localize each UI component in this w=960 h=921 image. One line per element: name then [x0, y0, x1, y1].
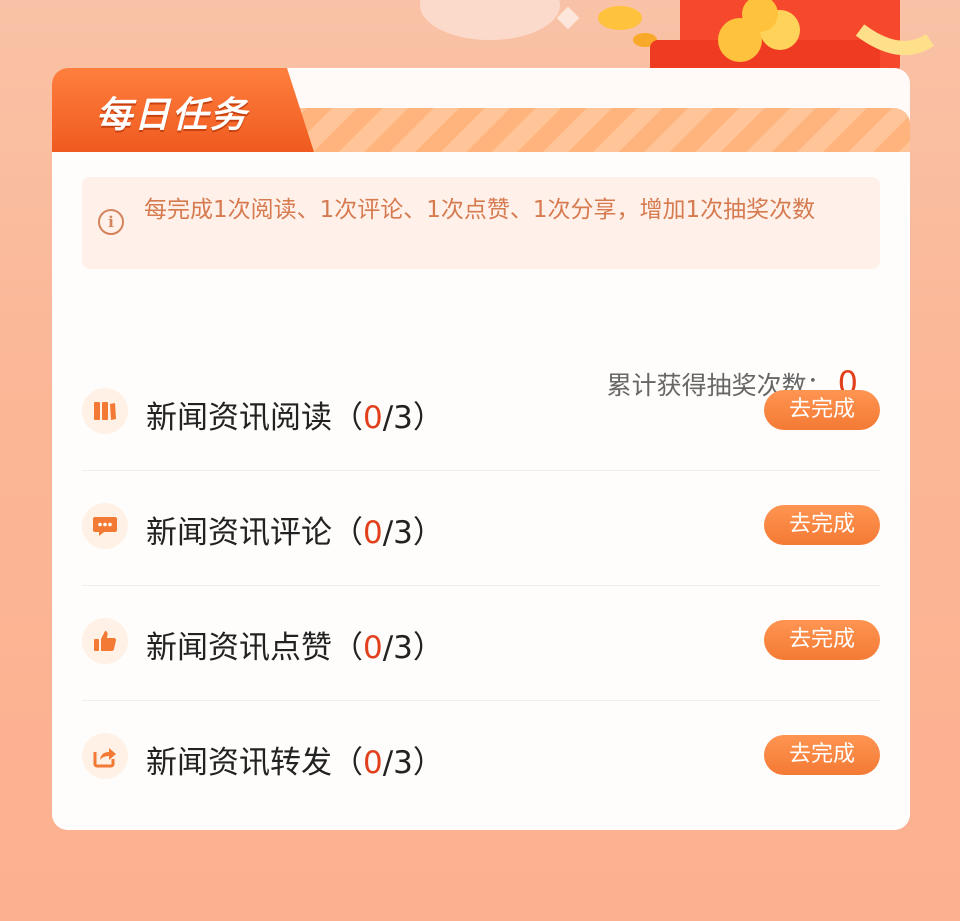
- complete-like-button[interactable]: 去完成: [764, 620, 880, 660]
- task-done-count: 0: [363, 400, 383, 436]
- task-name: 新闻资讯转发: [146, 745, 332, 781]
- task-list: 新闻资讯阅读（0/3） 去完成 新闻资讯评论（0/3） 去完成 新闻资讯点赞（0…: [82, 388, 880, 873]
- task-name: 新闻资讯点赞: [146, 630, 332, 666]
- task-paren-open: （: [332, 515, 363, 551]
- task-label-read: 新闻资讯阅读（0/3）: [146, 392, 444, 437]
- task-item-share: 新闻资讯转发（0/3） 去完成: [82, 701, 880, 815]
- task-done-count: 0: [363, 515, 383, 551]
- complete-share-button[interactable]: 去完成: [764, 735, 880, 775]
- daily-tasks-card: 每日任务 i 每完成1次阅读、1次评论、1次点赞、1次分享，增加1次抽奖次数 累…: [52, 68, 910, 830]
- info-icon: i: [98, 209, 124, 235]
- task-item-read: 新闻资讯阅读（0/3） 去完成: [82, 356, 880, 471]
- task-total: /3）: [382, 630, 444, 666]
- task-label-share: 新闻资讯转发（0/3）: [146, 737, 444, 782]
- card-title: 每日任务: [96, 95, 249, 136]
- task-paren-open: （: [332, 400, 363, 436]
- notice-banner: i 每完成1次阅读、1次评论、1次点赞、1次分享，增加1次抽奖次数: [82, 177, 880, 269]
- task-done-count: 0: [363, 630, 383, 666]
- comment-icon: [82, 503, 128, 549]
- task-item-like: 新闻资讯点赞（0/3） 去完成: [82, 586, 880, 701]
- thumbs-up-icon: [82, 618, 128, 664]
- card-body: i 每完成1次阅读、1次评论、1次点赞、1次分享，增加1次抽奖次数 累计获得抽奖…: [52, 152, 910, 830]
- sparkle-decoration: [556, 6, 580, 30]
- task-total: /3）: [382, 400, 444, 436]
- task-total: /3）: [382, 515, 444, 551]
- task-done-count: 0: [363, 745, 383, 781]
- book-icon: [82, 388, 128, 434]
- task-paren-open: （: [332, 745, 363, 781]
- notice-text: 每完成1次阅读、1次评论、1次点赞、1次分享，增加1次抽奖次数: [144, 197, 816, 223]
- complete-comment-button[interactable]: 去完成: [764, 505, 880, 545]
- task-name: 新闻资讯评论: [146, 515, 332, 551]
- ribbon-decoration: [420, 0, 560, 40]
- task-label-comment: 新闻资讯评论（0/3）: [146, 507, 444, 552]
- task-paren-open: （: [332, 630, 363, 666]
- complete-read-button[interactable]: 去完成: [764, 390, 880, 430]
- task-total: /3）: [382, 745, 444, 781]
- task-name: 新闻资讯阅读: [146, 400, 332, 436]
- task-item-comment: 新闻资讯评论（0/3） 去完成: [82, 471, 880, 586]
- task-label-like: 新闻资讯点赞（0/3）: [146, 622, 444, 667]
- share-icon: [82, 733, 128, 779]
